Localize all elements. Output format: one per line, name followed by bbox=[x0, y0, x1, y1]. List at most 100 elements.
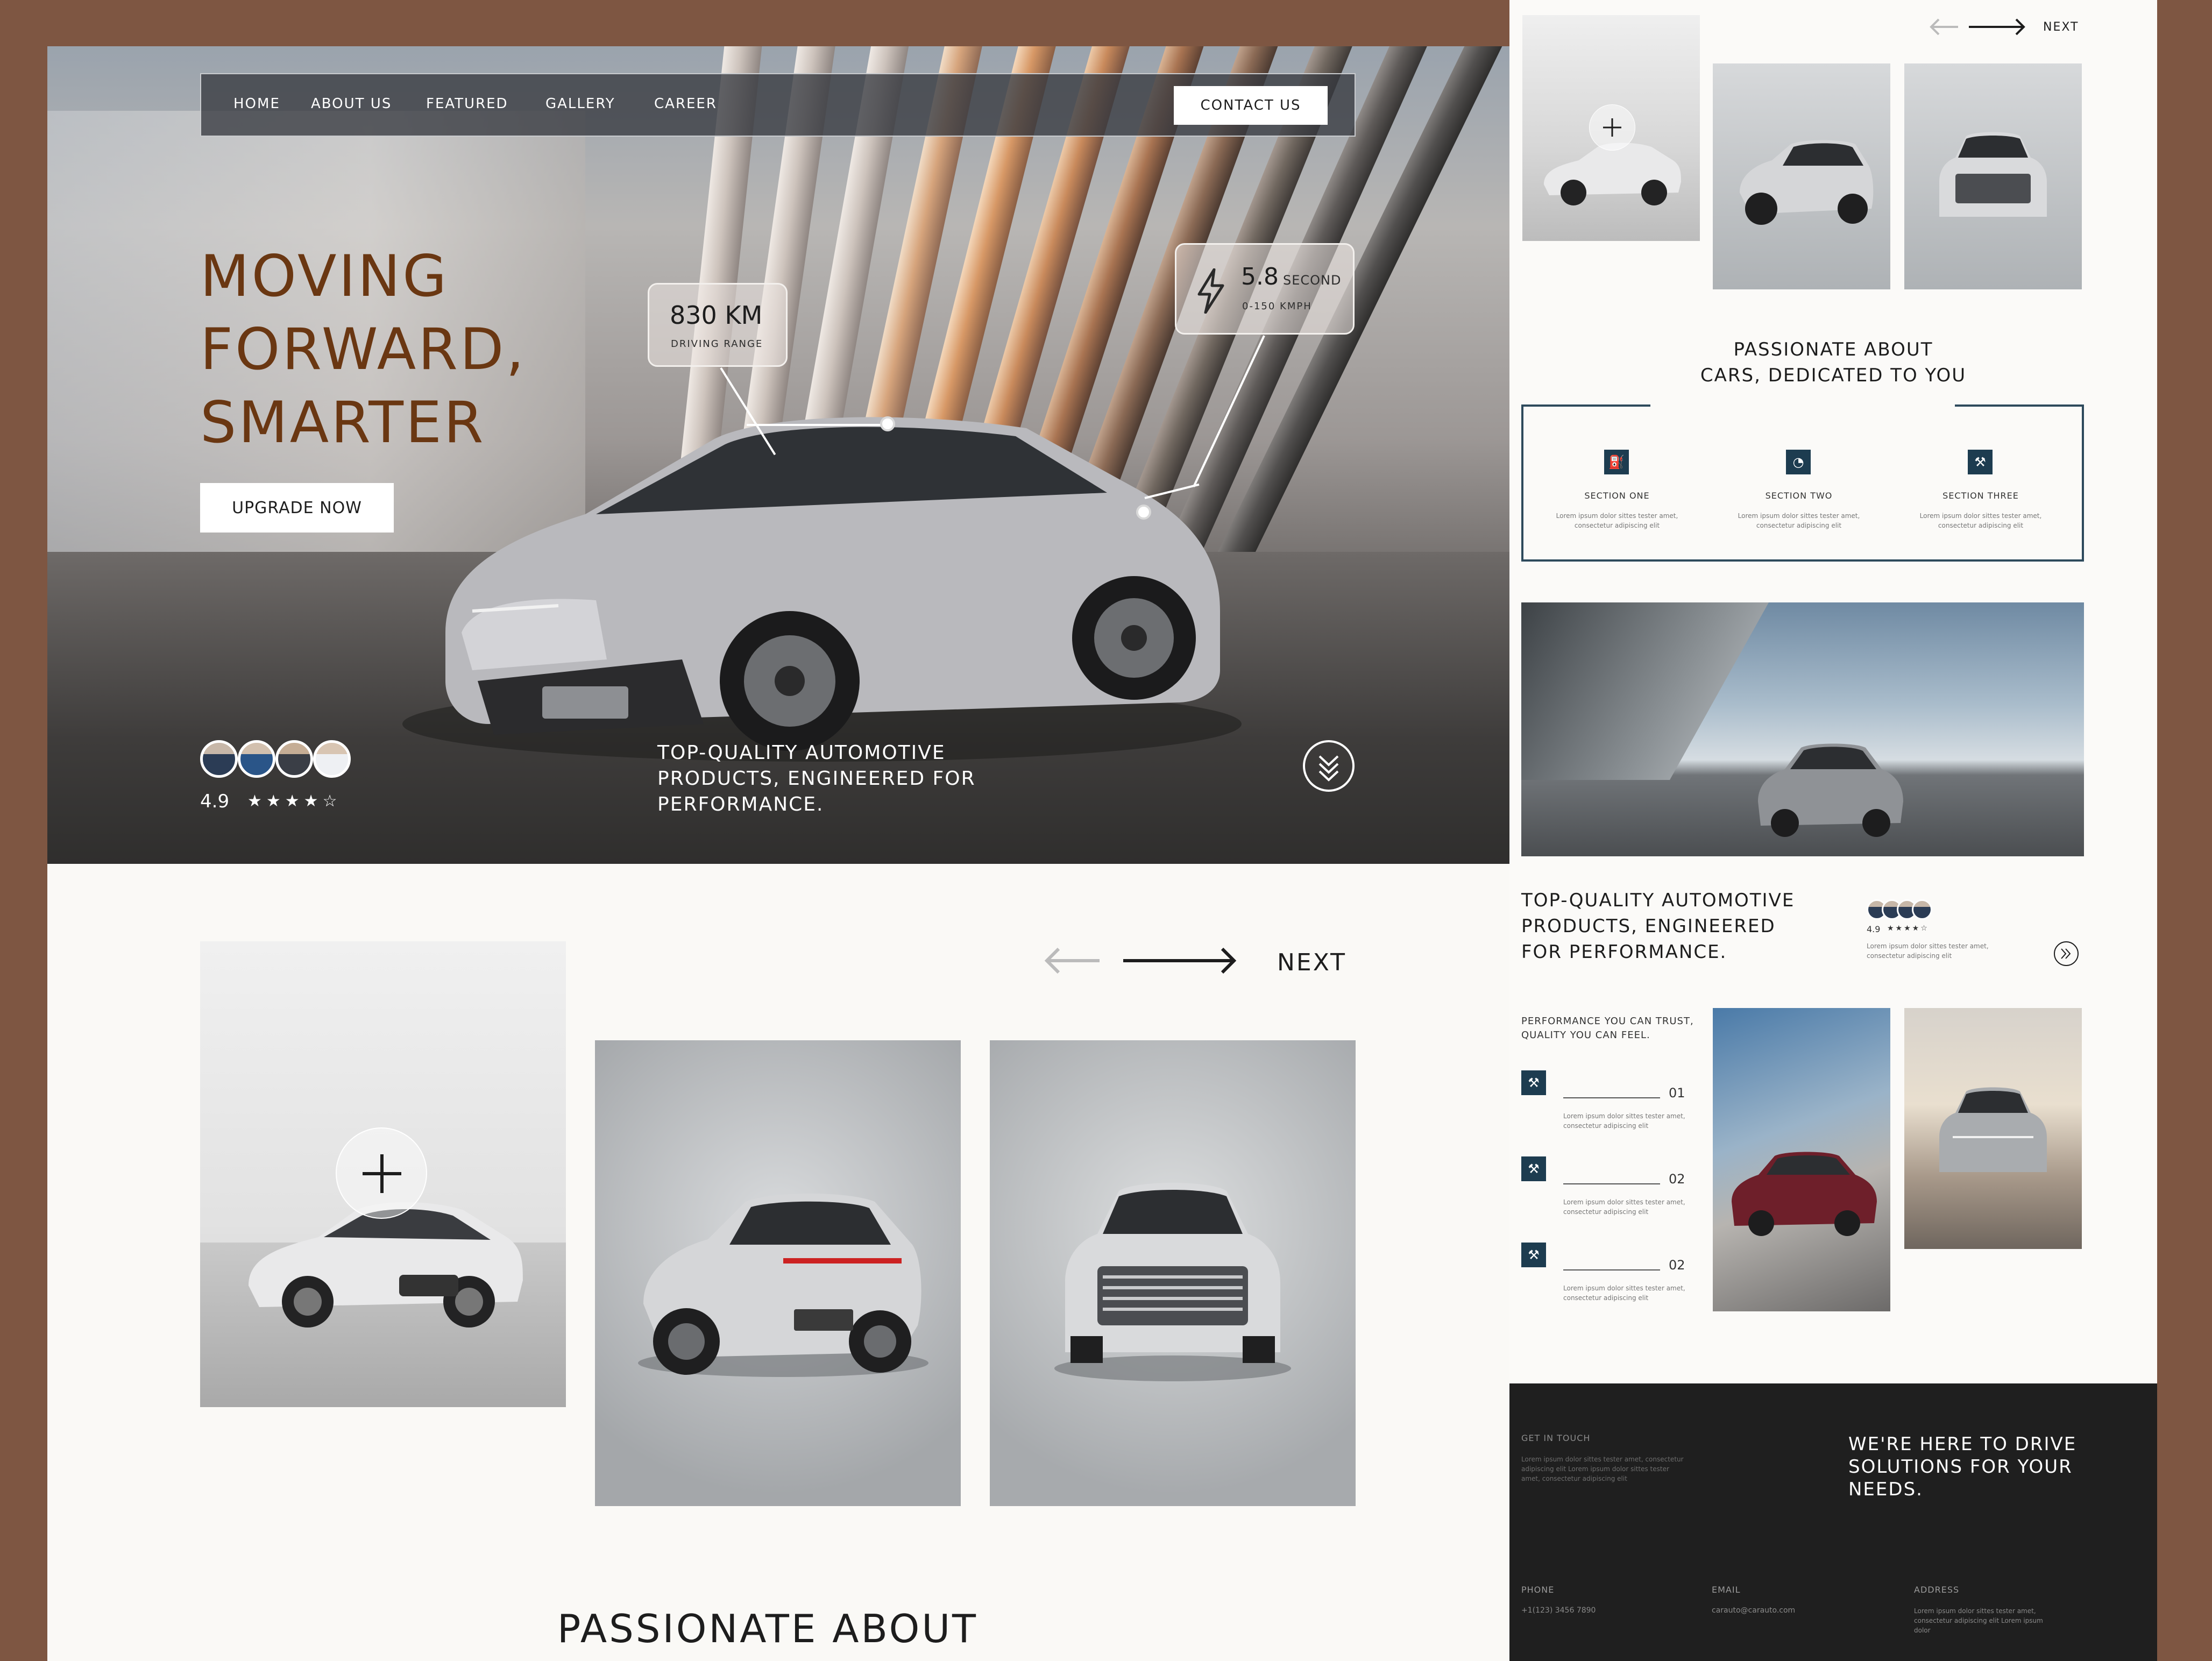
range-callout: 830 KM DRIVING RANGE bbox=[648, 283, 788, 367]
next-label[interactable]: NEXT bbox=[1277, 949, 1346, 976]
accel-unit: SECOND bbox=[1283, 273, 1342, 288]
tagline-line: PRODUCTS, ENGINEERED FOR bbox=[657, 768, 976, 790]
perf-text-line: Lorem ipsum dolor sittes tester amet, bbox=[1563, 1198, 1685, 1206]
star-rating-icon: ★★★★☆ bbox=[1887, 924, 1929, 933]
footer-intro-line: adipiscing elit Lorem ipsum dolor sittes… bbox=[1521, 1465, 1669, 1473]
nav-career[interactable]: CAREER bbox=[654, 96, 717, 112]
prev-arrow-icon[interactable] bbox=[1043, 945, 1102, 977]
chevrons-right-icon[interactable] bbox=[2053, 940, 2080, 967]
thumb-suv-front[interactable] bbox=[1904, 63, 2082, 289]
banner-image bbox=[1521, 602, 2084, 856]
photo-red-suv[interactable] bbox=[1713, 1008, 1890, 1311]
building bbox=[1521, 602, 1769, 780]
footer-intro: Lorem ipsum dolor sittes tester amet, co… bbox=[1521, 1454, 1684, 1483]
tagline-line: TOP-QUALITY AUTOMOTIVE bbox=[1521, 890, 1795, 911]
hero-headline: MOVING FORWARD, SMARTER bbox=[200, 240, 630, 459]
section-text-line: Lorem ipsum dolor sittes tester amet, bbox=[1556, 512, 1678, 520]
address-value: Lorem ipsum dolor sittes tester amet, co… bbox=[1914, 1606, 2043, 1635]
nav-about-us[interactable]: ABOUT US bbox=[311, 96, 392, 112]
passion-title-line: CARS, DEDICATED TO YOU bbox=[1700, 365, 1967, 386]
tagline-line: PRODUCTS, ENGINEERED bbox=[1521, 915, 1776, 937]
acceleration-callout: 5.8 SECOND 0-150 KMPH bbox=[1175, 243, 1355, 335]
star-rating-icon: ★★★★☆ bbox=[247, 792, 342, 811]
email-value[interactable]: carauto@carauto.com bbox=[1712, 1606, 1795, 1615]
passionate-about-title: PASSIONATE ABOUT bbox=[557, 1606, 978, 1651]
perf-title: PERFORMANCE YOU CAN TRUST, QUALITY YOU C… bbox=[1521, 1014, 1694, 1042]
tagline-line: FOR PERFORMANCE. bbox=[1521, 941, 1727, 963]
photo-silver-suv[interactable] bbox=[1904, 1008, 2082, 1249]
footer-intro-line: Lorem ipsum dolor sittes tester amet, co… bbox=[1521, 1456, 1684, 1463]
avatar bbox=[1912, 899, 1932, 920]
avatar bbox=[275, 740, 313, 778]
preview-page: NEXT PASSIONATE ABOUT CARS, DEDICATED TO… bbox=[1509, 0, 2157, 1661]
nav-gallery[interactable]: GALLERY bbox=[545, 96, 615, 112]
perf-text-line: consectetur adipiscing elit bbox=[1563, 1122, 1649, 1130]
nav-home[interactable]: HOME bbox=[233, 96, 280, 112]
lightning-icon bbox=[1197, 268, 1224, 314]
section-text: Lorem ipsum dolor sittes tester amet, co… bbox=[1724, 511, 1874, 530]
callout-line bbox=[747, 424, 887, 426]
accel-label: 0-150 KMPH bbox=[1242, 301, 1312, 312]
slogan-line: SOLUTIONS FOR YOUR bbox=[1848, 1456, 2073, 1478]
avatar bbox=[238, 740, 275, 778]
phone-value[interactable]: +1(123) 3456 7890 bbox=[1521, 1606, 1596, 1615]
car-image bbox=[1758, 743, 1903, 837]
hero-section: HOME ABOUT US FEATURED GALLERY CAREER CO… bbox=[47, 46, 1509, 864]
tools-icon: ⚒ bbox=[1521, 1243, 1546, 1267]
callout-dot bbox=[880, 416, 895, 431]
nav-featured[interactable]: FEATURED bbox=[426, 96, 508, 112]
rating-score: 4.9 bbox=[200, 791, 230, 812]
avatar-group bbox=[1867, 899, 1932, 921]
passion-title: PASSIONATE ABOUT CARS, DEDICATED TO YOU bbox=[1509, 337, 2157, 388]
address-line: dolor bbox=[1914, 1627, 1931, 1634]
perf-title-line: QUALITY YOU CAN FEEL. bbox=[1521, 1030, 1650, 1041]
thumb-white-coupe[interactable] bbox=[1522, 15, 1700, 241]
perf-divider bbox=[1563, 1183, 1660, 1184]
phone-label: PHONE bbox=[1521, 1585, 1555, 1595]
thumb-suv-rear[interactable] bbox=[1713, 63, 1890, 289]
address-label: ADDRESS bbox=[1914, 1585, 1960, 1595]
rating-text: Lorem ipsum dolor sittes tester amet, co… bbox=[1867, 941, 1989, 961]
callout-dot bbox=[1136, 505, 1151, 520]
next-arrow-icon[interactable] bbox=[1968, 16, 2027, 38]
rating-text-line: Lorem ipsum dolor sittes tester amet, bbox=[1867, 942, 1989, 950]
perf-number: 02 bbox=[1669, 1258, 1685, 1273]
gallery-card-suv-rear[interactable] bbox=[595, 1040, 961, 1506]
car-image bbox=[1054, 1183, 1291, 1381]
plus-icon bbox=[363, 1154, 401, 1193]
main-page: HOME ABOUT US FEATURED GALLERY CAREER CO… bbox=[47, 46, 1509, 1661]
headline-line: MOVING bbox=[200, 243, 449, 309]
upgrade-now-button[interactable]: UPGRADE NOW bbox=[200, 483, 394, 533]
gallery-card-suv-front[interactable] bbox=[990, 1040, 1356, 1506]
contact-us-button[interactable]: CONTACT US bbox=[1174, 86, 1328, 125]
perf-text-line: consectetur adipiscing elit bbox=[1563, 1208, 1649, 1216]
next-label[interactable]: NEXT bbox=[2043, 20, 2079, 34]
next-arrow-icon[interactable] bbox=[1121, 945, 1239, 977]
avatar bbox=[313, 740, 351, 778]
perf-number: 01 bbox=[1669, 1085, 1685, 1101]
section-text: Lorem ipsum dolor sittes tester amet, co… bbox=[1905, 511, 2056, 530]
chevrons-down-icon[interactable] bbox=[1302, 739, 1356, 793]
prev-arrow-icon[interactable] bbox=[1929, 16, 1959, 38]
rating-text-line: consectetur adipiscing elit bbox=[1867, 952, 1952, 960]
gauge-icon: ◔ bbox=[1786, 450, 1811, 474]
section-text: Lorem ipsum dolor sittes tester amet, co… bbox=[1542, 511, 1692, 530]
range-value: 830 KM bbox=[670, 301, 763, 330]
perf-number: 02 bbox=[1669, 1172, 1685, 1187]
gas-pump-icon: ⛽ bbox=[1604, 450, 1629, 474]
headline-line: FORWARD, bbox=[200, 316, 527, 382]
right-tagline: TOP-QUALITY AUTOMOTIVE PRODUCTS, ENGINEE… bbox=[1521, 888, 1795, 965]
perf-text-line: Lorem ipsum dolor sittes tester amet, bbox=[1563, 1112, 1685, 1120]
section-title: SECTION THREE bbox=[1942, 491, 2019, 501]
accel-value: 5.8 bbox=[1241, 263, 1279, 290]
tagline-line: PERFORMANCE. bbox=[657, 793, 824, 815]
perf-text-line: Lorem ipsum dolor sittes tester amet, bbox=[1563, 1284, 1685, 1292]
tools-icon: ⚒ bbox=[1521, 1156, 1546, 1181]
tools-icon: ⚒ bbox=[1521, 1070, 1546, 1095]
email-label: EMAIL bbox=[1712, 1585, 1741, 1595]
gallery-card-white-coupe[interactable] bbox=[200, 941, 566, 1407]
address-line: consectetur adipiscing elit Lorem ipsum bbox=[1914, 1617, 2043, 1624]
section-text-line: Lorem ipsum dolor sittes tester amet, bbox=[1919, 512, 2042, 520]
sections-box bbox=[1521, 404, 2084, 562]
section-text-line: consectetur adipiscing elit bbox=[1938, 522, 2024, 529]
